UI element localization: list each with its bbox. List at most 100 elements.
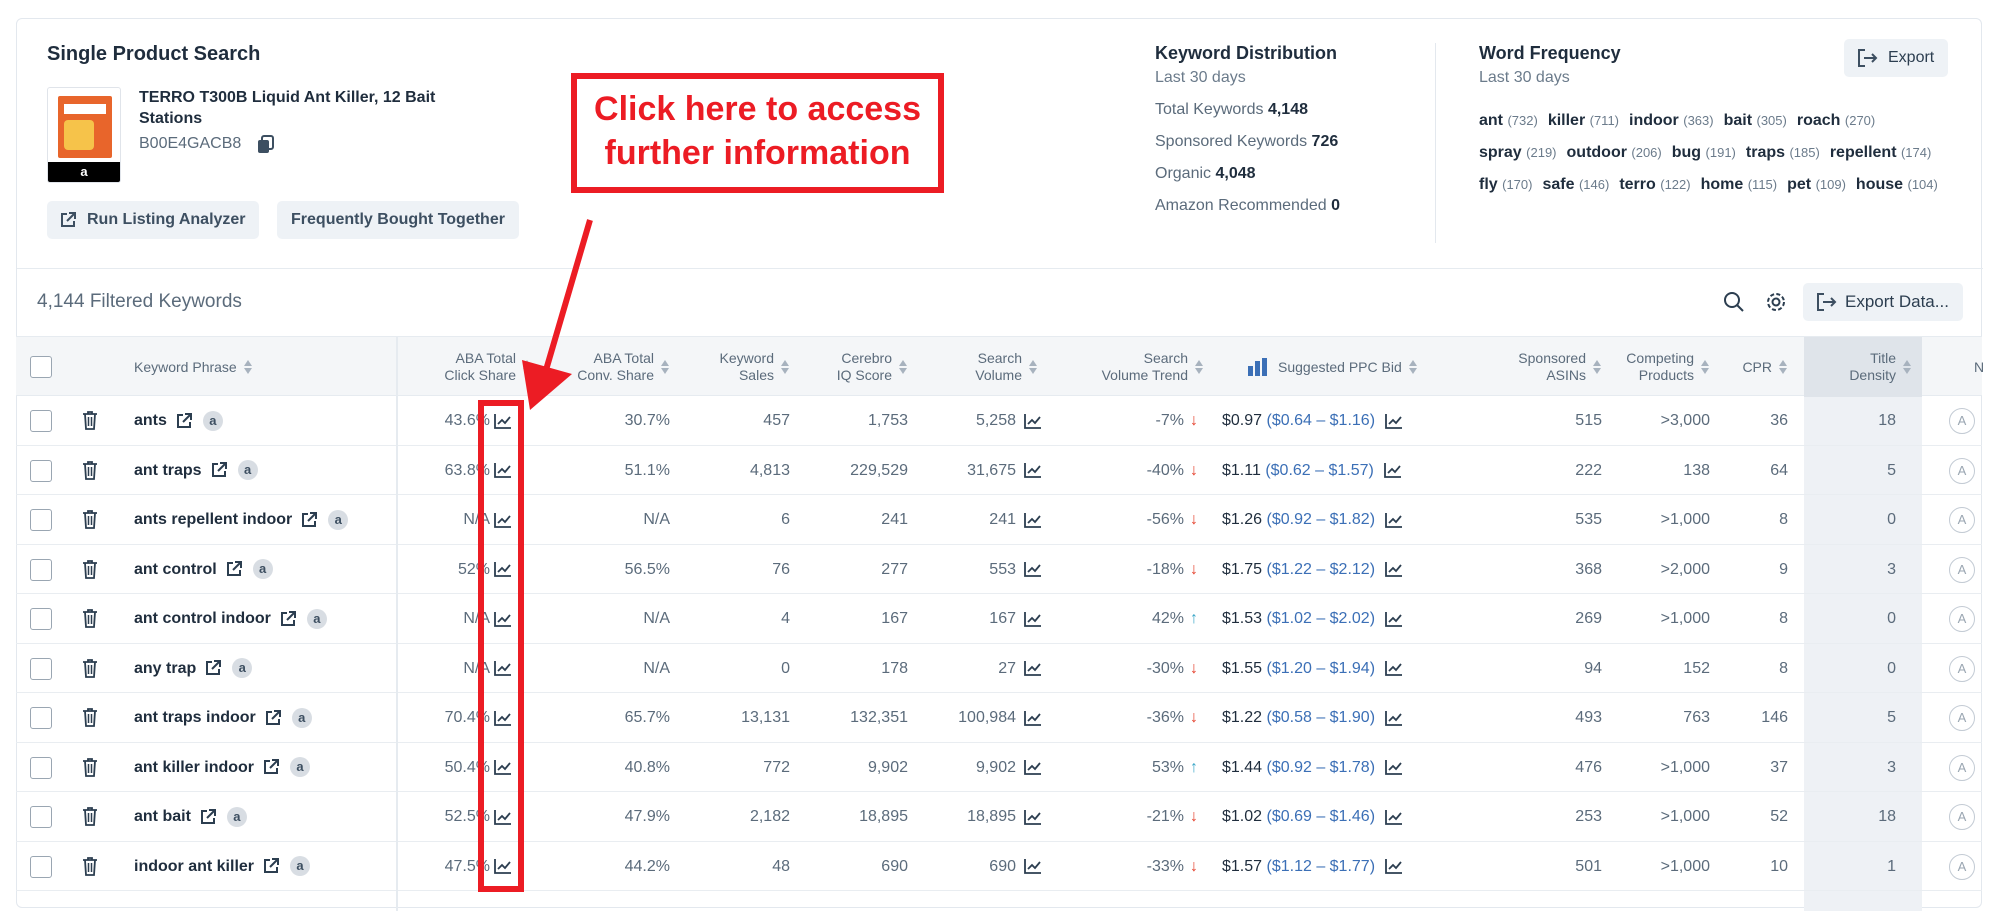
col-next-truncated[interactable]: N: [1974, 337, 1994, 397]
table-row[interactable]: any trap a N/A N/A 0 178 27 -30% ↓ $1.55 ($1.20 –…: [16, 644, 1982, 693]
word-frequency-item[interactable]: home (115): [1701, 169, 1778, 201]
trash-icon[interactable]: [82, 658, 98, 678]
keyword-text[interactable]: ant bait: [134, 792, 191, 841]
word-frequency-item[interactable]: indoor (363): [1629, 105, 1714, 137]
trash-icon[interactable]: [82, 757, 98, 777]
amazon-icon[interactable]: a: [328, 509, 349, 530]
search-volume-trend-icon[interactable]: [1024, 413, 1042, 429]
row-checkbox[interactable]: [30, 707, 52, 729]
keyword-cell[interactable]: any trap a: [134, 644, 253, 693]
search-volume-trend-icon[interactable]: [1024, 759, 1042, 776]
row-checkbox[interactable]: [30, 657, 52, 680]
external-link-icon[interactable]: [204, 659, 222, 677]
search-volume-trend-icon[interactable]: [1024, 512, 1042, 528]
row-action-circle[interactable]: A: [1949, 705, 1975, 731]
amazon-icon[interactable]: a: [202, 410, 223, 431]
trash-icon[interactable]: [82, 856, 98, 876]
search-volume-trend-icon[interactable]: [1024, 611, 1042, 627]
word-frequency-item[interactable]: spray (219): [1479, 137, 1557, 169]
external-link-icon[interactable]: [262, 857, 280, 875]
keyword-cell[interactable]: ant killer indoor a: [134, 743, 311, 792]
search-volume-trend-icon[interactable]: [1024, 462, 1042, 479]
ppc-bid-trend-icon[interactable]: [1385, 759, 1403, 776]
keyword-text[interactable]: ant traps: [134, 446, 202, 495]
word-frequency-item[interactable]: killer (711): [1548, 105, 1619, 137]
keyword-cell[interactable]: indoor ant killer a: [134, 842, 311, 891]
word-frequency-item[interactable]: bug (191): [1672, 137, 1736, 169]
row-checkbox[interactable]: [30, 459, 52, 482]
word-frequency-item[interactable]: fly (170): [1479, 169, 1532, 201]
keyword-cell[interactable]: ants repellent indoor a: [134, 495, 349, 544]
external-link-icon[interactable]: [210, 461, 228, 479]
search-volume-trend-icon[interactable]: [1024, 561, 1042, 578]
col-keyword-phrase[interactable]: Keyword Phrase: [134, 337, 294, 397]
word-frequency-item[interactable]: roach (270): [1797, 105, 1875, 137]
table-row[interactable]: ants repellent indoor a N/A N/A 6 241 241 -56% ↓…: [16, 495, 1982, 545]
ppc-bid-trend-icon[interactable]: [1385, 660, 1403, 677]
select-all-checkbox[interactable]: [30, 356, 52, 378]
search-volume-trend-icon[interactable]: [1024, 809, 1042, 825]
keyword-cell[interactable]: ant control indoor a: [134, 594, 327, 643]
word-frequency-item[interactable]: terro (122): [1619, 169, 1690, 201]
keyword-text[interactable]: indoor ant killer: [134, 842, 254, 891]
row-checkbox[interactable]: [30, 608, 52, 630]
row-checkbox[interactable]: [30, 558, 52, 581]
row-action-circle[interactable]: A: [1949, 556, 1975, 583]
external-link-icon[interactable]: [175, 412, 193, 430]
table-row[interactable]: ant traps indoor a 70.4% 65.7% 13,131 132,351…: [16, 693, 1982, 743]
word-frequency-item[interactable]: ant (732): [1479, 105, 1538, 137]
trash-icon[interactable]: [82, 806, 98, 826]
trash-icon[interactable]: [82, 410, 98, 430]
row-action-circle[interactable]: A: [1949, 655, 1975, 682]
keyword-text[interactable]: ant traps indoor: [134, 693, 256, 742]
word-frequency-item[interactable]: repellent (174): [1830, 137, 1932, 169]
search-volume-trend-icon[interactable]: [1024, 858, 1042, 875]
word-frequency-item[interactable]: bait (305): [1724, 105, 1787, 137]
col-title-density[interactable]: Title Density: [1814, 337, 1912, 397]
keyword-cell[interactable]: ant traps a: [134, 446, 258, 495]
external-link-icon[interactable]: [262, 758, 280, 776]
row-action-circle[interactable]: A: [1949, 457, 1975, 484]
amazon-icon[interactable]: a: [306, 608, 327, 629]
external-link-icon[interactable]: [300, 511, 318, 529]
search-volume-trend-icon[interactable]: [1024, 660, 1042, 677]
table-row[interactable]: ants a 43.6% 30.7% 457 1,753 5,258 -7% ↓ $0.97 ($…: [16, 396, 1982, 446]
word-frequency-item[interactable]: pet (109): [1787, 169, 1846, 201]
amazon-icon[interactable]: a: [252, 559, 273, 579]
row-checkbox[interactable]: [30, 756, 52, 779]
row-checkbox[interactable]: [30, 855, 52, 878]
row-action-circle[interactable]: A: [1949, 754, 1975, 781]
word-frequency-item[interactable]: safe (146): [1542, 169, 1609, 201]
word-frequency-item[interactable]: outdoor (206): [1567, 137, 1662, 169]
keyword-cell[interactable]: ant traps indoor a: [134, 693, 312, 742]
ppc-bid-trend-icon[interactable]: [1385, 512, 1403, 528]
table-row[interactable]: ant traps a 63.8% 51.1% 4,813 229,529 31,675 -4…: [16, 446, 1982, 495]
trash-icon[interactable]: [82, 509, 98, 529]
run-listing-analyzer-button[interactable]: Run Listing Analyzer: [47, 201, 259, 239]
external-link-icon[interactable]: [279, 610, 297, 628]
search-volume-trend-icon[interactable]: [1024, 710, 1042, 726]
ppc-bid-trend-icon[interactable]: [1385, 858, 1403, 875]
row-action-circle[interactable]: A: [1949, 853, 1975, 880]
trash-icon[interactable]: [82, 559, 98, 579]
amazon-icon[interactable]: a: [290, 856, 311, 876]
keyword-text[interactable]: ant control indoor: [134, 594, 271, 643]
product-thumbnail[interactable]: a: [47, 87, 121, 183]
ppc-bid-trend-icon[interactable]: [1385, 809, 1403, 825]
keyword-text[interactable]: ants: [134, 396, 167, 445]
ppc-bid-trend-icon[interactable]: [1385, 710, 1403, 726]
col-sponsored-asins[interactable]: Sponsored ASINs: [1476, 337, 1602, 397]
word-frequency-item[interactable]: house (104): [1856, 169, 1938, 201]
keyword-text[interactable]: ant control: [134, 545, 217, 594]
keyword-text[interactable]: any trap: [134, 644, 196, 693]
export-button[interactable]: Export: [1844, 39, 1948, 77]
search-icon[interactable]: [1723, 291, 1745, 313]
trash-icon[interactable]: [82, 460, 98, 480]
row-action-circle[interactable]: A: [1949, 804, 1975, 830]
table-row[interactable]: ant killer indoor a 50.4% 40.8% 772 9,902 9,90…: [16, 743, 1982, 792]
trash-icon[interactable]: [82, 707, 98, 727]
row-checkbox[interactable]: [30, 509, 52, 531]
row-action-circle[interactable]: A: [1949, 408, 1975, 434]
row-checkbox[interactable]: [30, 410, 52, 432]
word-frequency-item[interactable]: traps (185): [1746, 137, 1820, 169]
